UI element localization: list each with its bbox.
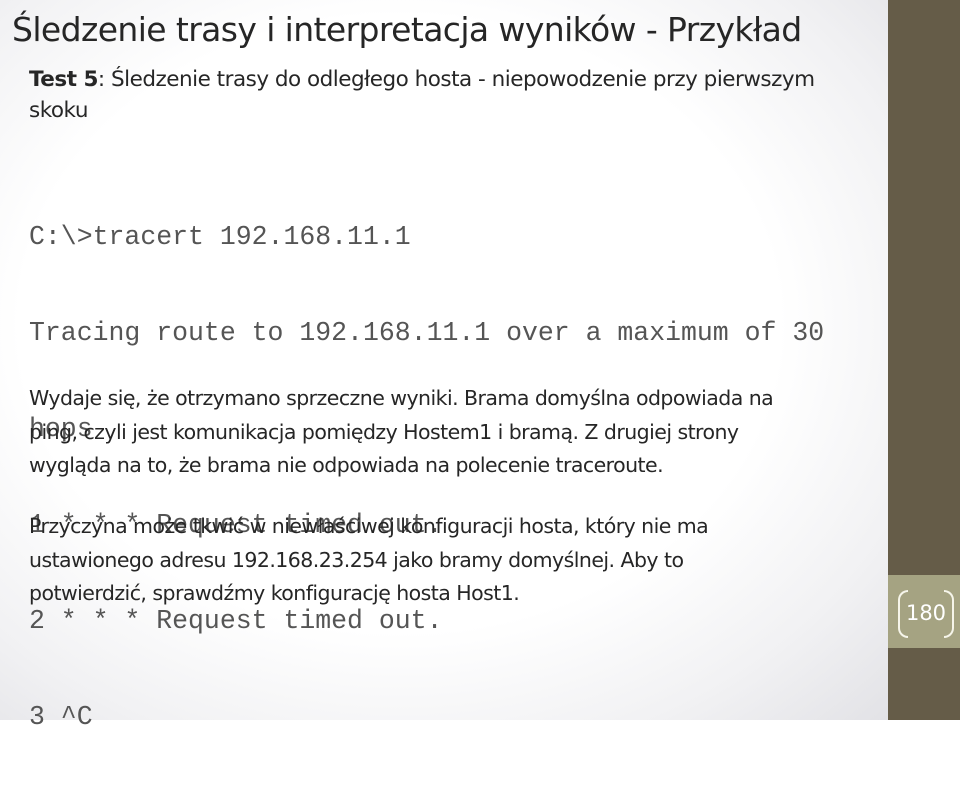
right-bracket-icon bbox=[944, 590, 954, 638]
paragraph-line: ping, czyli jest komunikacja pomiędzy Ho… bbox=[29, 419, 739, 444]
console-line: 3 ^C bbox=[29, 702, 93, 732]
explanation-paragraph: Wydaje się, że otrzymano sprzeczne wynik… bbox=[29, 382, 869, 483]
console-line: C:\>tracert 192.168.11.1 bbox=[29, 222, 411, 252]
slide-subtitle: Test 5: Śledzenie trasy do odległego hos… bbox=[29, 64, 849, 126]
paragraph-line: wygląda na to, że brama nie odpowiada na… bbox=[29, 453, 664, 477]
left-bracket-icon bbox=[898, 590, 908, 638]
page-number: 180 bbox=[905, 601, 947, 625]
paragraph-line: potwierdzić, sprawdźmy konfigurację host… bbox=[29, 581, 520, 605]
paragraph-line: Wydaje się, że otrzymano sprzeczne wynik… bbox=[29, 386, 774, 410]
slide-title: Śledzenie trasy i interpretacja wyników … bbox=[12, 10, 802, 49]
cause-paragraph: Przyczyna może tkwić w niewłaściwej konf… bbox=[29, 510, 869, 611]
paragraph-line: ustawionego adresu 192.168.23.254 jako b… bbox=[29, 547, 684, 572]
page-number-badge: 180 bbox=[896, 590, 956, 638]
console-line: Tracing route to 192.168.11.1 over a max… bbox=[29, 318, 825, 348]
paragraph-line: Przyczyna może tkwić w niewłaściwej konf… bbox=[29, 514, 709, 538]
slide-body: Śledzenie trasy i interpretacja wyników … bbox=[0, 0, 888, 732]
test-description: : Śledzenie trasy do odległego hosta - n… bbox=[29, 67, 815, 123]
test-label: Test 5 bbox=[29, 67, 98, 92]
